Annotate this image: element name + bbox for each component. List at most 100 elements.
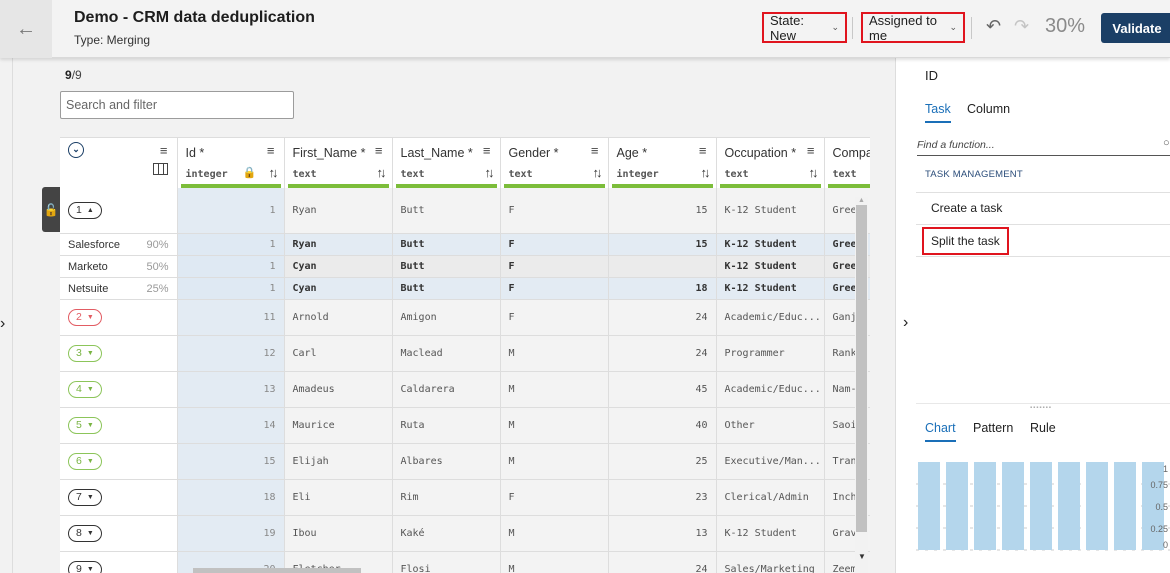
sort-icon[interactable]: ↑↓	[485, 165, 495, 180]
grid-cell[interactable]: Other	[716, 407, 825, 444]
table-row[interactable]: 7 ▼ 18 Eli Rim F 23 Clerical/Admin Inch	[60, 479, 870, 516]
grid-cell[interactable]: F	[500, 299, 609, 336]
table-row-group-master[interactable]: 1 ▲ 1 Ryan Butt F 15 K-12 Student Gree	[60, 187, 870, 234]
table-row[interactable]: 6 ▼ 15 Elijah Albares M 25 Executive/Man... Tran	[60, 443, 870, 480]
group-toggle[interactable]: 5 ▼	[68, 417, 102, 434]
grid-cell[interactable]: 15	[177, 443, 285, 480]
grid-cell[interactable]: 1	[177, 255, 285, 278]
grid-cell[interactable]: Flosi	[392, 551, 501, 573]
grid-cell[interactable]: 1	[177, 187, 285, 234]
menu-icon[interactable]: ≡	[375, 143, 383, 158]
search-input[interactable]	[60, 91, 294, 119]
grid-cell[interactable]: Rim	[392, 479, 501, 516]
sort-icon[interactable]: ↑↓	[377, 165, 387, 180]
grid-cell[interactable]: M	[500, 371, 609, 408]
grid-cell[interactable]: F	[500, 233, 609, 256]
grid-cell[interactable]: 15	[608, 187, 717, 234]
grid-cell[interactable]: F	[500, 479, 609, 516]
menu-icon[interactable]: ≡	[699, 143, 707, 158]
menu-icon[interactable]: ≡	[160, 143, 168, 158]
resize-handle[interactable]: ▪▪▪▪▪▪▪	[1030, 405, 1052, 411]
grid-cell[interactable]: Sales/Marketing	[716, 551, 825, 573]
menu-icon[interactable]: ≡	[807, 143, 815, 158]
menu-icon[interactable]: ≡	[591, 143, 599, 158]
grid-cell[interactable]: M	[500, 407, 609, 444]
grid-cell[interactable]: Butt	[392, 187, 501, 234]
grid-cell[interactable]: Ryan	[284, 187, 393, 234]
expand-all-icon[interactable]: ⌄	[68, 142, 84, 158]
back-button[interactable]: ←	[0, 0, 52, 58]
redo-icon[interactable]: ↷	[1014, 16, 1029, 37]
table-row-source[interactable]: Netsuite 25% 1 Cyan Butt F 18 K-12 Student Gree	[60, 277, 870, 300]
assigned-dropdown[interactable]: Assigned to me ⌄	[861, 12, 965, 43]
sort-icon[interactable]: ↑↓	[809, 165, 819, 180]
tab-task[interactable]: Task	[925, 102, 951, 123]
grid-cell[interactable]: 1	[177, 233, 285, 256]
vertical-scrollbar[interactable]: ▲ ▼	[855, 197, 868, 573]
column-header-age[interactable]: Age * ≡ integer ↑↓	[608, 137, 717, 188]
grid-cell[interactable]: 18	[608, 277, 717, 300]
unlock-icon[interactable]: 🔓	[42, 187, 60, 232]
grid-cell[interactable]: Caldarera	[392, 371, 501, 408]
grid-cell[interactable]: 12	[177, 335, 285, 372]
grid-cell[interactable]: Programmer	[716, 335, 825, 372]
group-toggle[interactable]: 3 ▼	[68, 345, 102, 362]
grid-cell[interactable]: Ryan	[284, 233, 393, 256]
grid-cell[interactable]: 13	[608, 515, 717, 552]
grid-cell[interactable]: 45	[608, 371, 717, 408]
grid-cell[interactable]: M	[500, 515, 609, 552]
grid-cell[interactable]: 24	[608, 299, 717, 336]
column-header-last-name[interactable]: Last_Name * ≡ text ↑↓	[392, 137, 501, 188]
grid-cell[interactable]: Maclead	[392, 335, 501, 372]
sort-icon[interactable]: ↑↓	[593, 165, 603, 180]
grid-cell[interactable]: 24	[608, 335, 717, 372]
grid-cell[interactable]: 1	[177, 277, 285, 300]
chart-bar[interactable]	[1086, 462, 1108, 550]
grid-cell[interactable]: Cyan	[284, 277, 393, 300]
chevron-right-icon[interactable]: ›	[0, 315, 5, 333]
chart-bar[interactable]	[946, 462, 968, 550]
tab-rule[interactable]: Rule	[1030, 421, 1056, 440]
table-row-source[interactable]: Salesforce 90% 1 Ryan Butt F 15 K-12 Student Gre…	[60, 233, 870, 256]
grid-cell[interactable]: M	[500, 443, 609, 480]
validate-button[interactable]: Validate	[1101, 13, 1170, 43]
menu-item-split-task[interactable]: Split the task	[916, 224, 1170, 257]
grid-cell[interactable]: Amadeus	[284, 371, 393, 408]
column-header-company[interactable]: Compa text	[824, 137, 870, 188]
table-row[interactable]: 8 ▼ 19 Ibou Kaké M 13 K-12 Student Grav	[60, 515, 870, 552]
group-toggle[interactable]: 8 ▼	[68, 525, 102, 542]
column-header-id[interactable]: Id * ≡ integer 🔒 ↑↓	[177, 137, 285, 188]
chevron-right-icon[interactable]: ›	[903, 314, 908, 332]
table-row[interactable]: 3 ▼ 12 Carl Maclead M 24 Programmer Rank	[60, 335, 870, 372]
grid-cell[interactable]: M	[500, 335, 609, 372]
scrollbar-thumb[interactable]	[856, 205, 867, 532]
group-toggle[interactable]: 2 ▼	[68, 309, 102, 326]
grid-cell[interactable]: Ibou	[284, 515, 393, 552]
grid-cell[interactable]: K-12 Student	[716, 255, 825, 278]
tab-pattern[interactable]: Pattern	[973, 421, 1013, 440]
group-toggle[interactable]: 7 ▼	[68, 489, 102, 506]
table-row-source[interactable]: Marketo 50% 1 Cyan Butt F K-12 Student Gree	[60, 255, 870, 278]
grid-cell[interactable]: F	[500, 187, 609, 234]
scroll-up-icon[interactable]: ▲	[858, 197, 865, 204]
tab-column[interactable]: Column	[967, 102, 1010, 121]
grid-cell[interactable]: M	[500, 551, 609, 573]
table-row[interactable]: 5 ▼ 14 Maurice Ruta M 40 Other Saoi	[60, 407, 870, 444]
table-row[interactable]: 9▼20FletcherFlosiM24Sales/MarketingZeem	[60, 551, 870, 573]
scroll-down-icon[interactable]: ▼	[858, 552, 866, 561]
grid-cell[interactable]: 18	[177, 479, 285, 516]
grid-cell[interactable]: F	[500, 255, 609, 278]
grid-cell[interactable]: 23	[608, 479, 717, 516]
chart-bar[interactable]	[918, 462, 940, 550]
column-header-gender[interactable]: Gender * ≡ text ↑↓	[500, 137, 609, 188]
grid-cell[interactable]: F	[500, 277, 609, 300]
grid-cell[interactable]: Elijah	[284, 443, 393, 480]
grid-cell[interactable]: Academic/Educ...	[716, 299, 825, 336]
sort-icon[interactable]: ↑↓	[269, 165, 279, 180]
group-toggle[interactable]: 6 ▼	[68, 453, 102, 470]
grid-cell[interactable]: Clerical/Admin	[716, 479, 825, 516]
grid-cell[interactable]: 14	[177, 407, 285, 444]
chart-bar[interactable]	[1114, 462, 1136, 550]
group-toggle[interactable]: 4 ▼	[68, 381, 102, 398]
grid-cell[interactable]: K-12 Student	[716, 187, 825, 234]
